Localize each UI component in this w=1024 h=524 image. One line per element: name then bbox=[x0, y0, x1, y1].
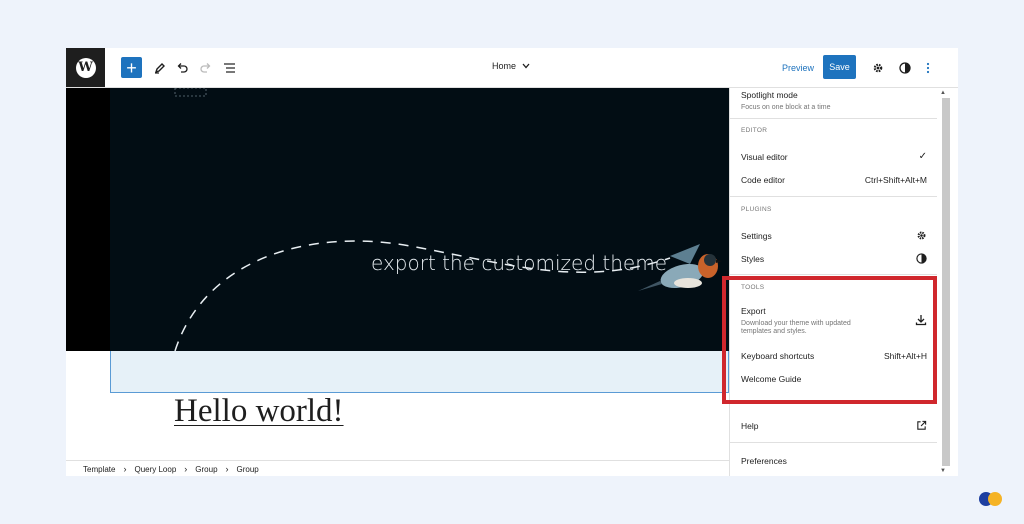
list-view-button[interactable] bbox=[219, 57, 240, 78]
block-breadcrumb: Template › Query Loop › Group › Group bbox=[66, 460, 746, 476]
help-label: Help bbox=[741, 420, 759, 431]
chevron-down-icon bbox=[522, 63, 530, 69]
half-circle-icon bbox=[916, 253, 927, 264]
menu-item-help[interactable]: Help bbox=[741, 420, 927, 431]
document-title: Home bbox=[492, 61, 517, 71]
menu-divider bbox=[730, 196, 938, 197]
styles-label: Styles bbox=[741, 253, 765, 264]
spotlight-description: Focus on one block at a time bbox=[741, 104, 831, 111]
settings-button[interactable] bbox=[867, 57, 888, 78]
plus-icon: + bbox=[126, 57, 137, 78]
menu-divider bbox=[730, 442, 938, 443]
tools-highlight-box bbox=[722, 276, 937, 404]
brand-logo bbox=[979, 492, 1002, 506]
vertical-ellipsis-icon bbox=[926, 62, 929, 73]
half-circle-icon bbox=[898, 61, 911, 74]
gear-icon bbox=[917, 231, 926, 240]
document-title-dropdown[interactable]: Home bbox=[492, 61, 530, 71]
wordpress-icon: W bbox=[75, 57, 96, 78]
gear-icon bbox=[873, 63, 882, 72]
add-block-button[interactable]: + bbox=[121, 57, 142, 78]
menu-item-settings[interactable]: Settings bbox=[741, 230, 927, 241]
menu-item-visual-editor[interactable]: Visual editor ✓ bbox=[741, 151, 927, 162]
menu-item-styles[interactable]: Styles bbox=[741, 253, 927, 264]
menu-group-plugins: PLUGINS bbox=[741, 206, 772, 213]
code-editor-shortcut: Ctrl+Shift+Alt+M bbox=[864, 175, 927, 185]
list-view-icon bbox=[224, 62, 235, 73]
site-editor-window: W + Home Preview Save export the customi… bbox=[66, 48, 958, 476]
canvas-left-edge bbox=[66, 88, 110, 351]
undo-icon bbox=[177, 62, 188, 73]
menu-scrollbar[interactable]: ▲ ▼ bbox=[937, 88, 958, 476]
visual-editor-label: Visual editor bbox=[741, 151, 788, 162]
breadcrumb-item-group[interactable]: Group bbox=[195, 465, 217, 474]
tools-button[interactable] bbox=[149, 57, 170, 78]
scrollbar-thumb[interactable] bbox=[942, 98, 950, 466]
spotlight-label: Spotlight mode bbox=[741, 90, 798, 100]
post-title-link[interactable]: Hello world! bbox=[174, 393, 344, 430]
settings-label: Settings bbox=[741, 230, 772, 241]
styles-button[interactable] bbox=[894, 57, 915, 78]
bird-illustration bbox=[638, 244, 722, 291]
preview-button[interactable]: Preview bbox=[782, 63, 814, 73]
undo-button[interactable] bbox=[171, 57, 192, 78]
scroll-up-icon[interactable]: ▲ bbox=[940, 90, 946, 96]
breadcrumb-item-group-inner[interactable]: Group bbox=[237, 465, 259, 474]
code-editor-label: Code editor bbox=[741, 175, 785, 185]
scrollbar-rail bbox=[942, 98, 950, 466]
chevron-right-icon: › bbox=[225, 464, 229, 474]
wordpress-logo-button[interactable]: W bbox=[66, 48, 105, 87]
redo-button[interactable] bbox=[195, 57, 216, 78]
menu-group-editor: EDITOR bbox=[741, 127, 768, 134]
menu-item-preferences[interactable]: Preferences bbox=[741, 456, 927, 466]
hero-cover-block[interactable]: export the customized theme bbox=[110, 88, 729, 351]
redo-icon bbox=[199, 62, 210, 73]
menu-item-code-editor[interactable]: Code editor Ctrl+Shift+Alt+M bbox=[741, 175, 927, 185]
checkmark-icon: ✓ bbox=[918, 151, 927, 162]
breadcrumb-item-template[interactable]: Template bbox=[83, 465, 115, 474]
pencil-icon bbox=[154, 62, 165, 74]
breadcrumb-item-query-loop[interactable]: Query Loop bbox=[134, 465, 176, 474]
selected-group-block[interactable] bbox=[110, 351, 729, 393]
chevron-right-icon: › bbox=[123, 464, 127, 474]
menu-divider bbox=[730, 118, 938, 119]
editor-toolbar: W + Home Preview Save bbox=[66, 48, 958, 88]
chevron-right-icon: › bbox=[184, 464, 188, 474]
hero-text: export the customized theme bbox=[371, 251, 667, 275]
save-button[interactable]: Save bbox=[823, 55, 856, 79]
dashed-flight-path bbox=[174, 88, 671, 351]
menu-item-spotlight-mode[interactable]: Spotlight mode Focus on one block at a t… bbox=[741, 90, 927, 111]
menu-divider bbox=[730, 274, 938, 275]
preferences-label: Preferences bbox=[741, 456, 787, 466]
external-link-icon bbox=[917, 420, 927, 430]
scroll-down-icon[interactable]: ▼ bbox=[940, 468, 946, 474]
options-button[interactable] bbox=[917, 57, 938, 78]
